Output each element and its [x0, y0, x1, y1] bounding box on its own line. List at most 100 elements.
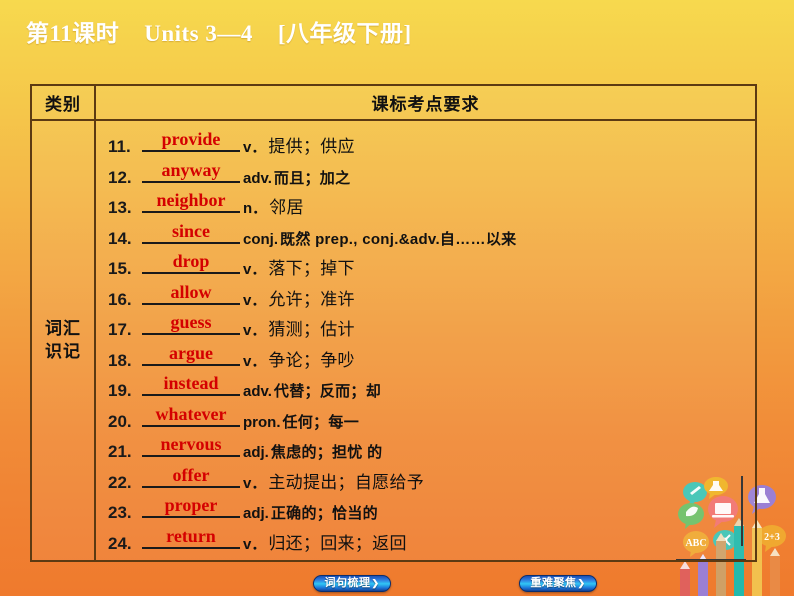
vocabulary-index: 18.: [108, 350, 132, 370]
chevron-right-icon: ❯: [371, 578, 380, 588]
category-cell-label: 词汇 识记: [45, 318, 81, 364]
vocabulary-blank-slot: allow: [142, 281, 240, 305]
vocabulary-word: guess: [170, 312, 212, 332]
vocabulary-blank-slot: instead: [142, 372, 240, 396]
vocabulary-row: 19. instead adv. 代替；反而；却: [96, 372, 381, 403]
vocabulary-part-of-speech: pron.: [243, 413, 281, 431]
vocabulary-word: drop: [172, 251, 210, 271]
vocabulary-part-of-speech: v．: [243, 261, 267, 278]
vocabulary-meaning: 争论；争吵: [268, 350, 355, 370]
category-line-1: 词汇: [45, 318, 81, 338]
page-title: 第11课时 Units 3—4 [八年级下册]: [26, 21, 412, 46]
vocabulary-table: 类别 课标考点要求 词汇 识记 11. provide v． 提供；供应 12. anyw…: [30, 84, 757, 562]
vocabulary-meaning: 落下；掉下: [268, 259, 355, 278]
vocabulary-row: 16. allow v． 允许；准许: [96, 281, 355, 312]
vocabulary-word: offer: [172, 464, 210, 485]
chevron-right-icon: ❯: [577, 578, 586, 588]
vocabulary-blank-slot: offer: [142, 464, 240, 488]
requirement-cell: 11. provide v． 提供；供应 12. anyway adv. 而且；加之 13. ne…: [96, 121, 755, 560]
svg-text:2+3: 2+3: [764, 532, 780, 543]
vocabulary-row: 17. guess v． 猜测；估计: [96, 311, 355, 342]
vocabulary-part-of-speech: v．: [243, 535, 267, 553]
vocabulary-index: 23.: [108, 503, 132, 522]
category-cell: 词汇 识记: [32, 121, 96, 560]
vocabulary-blank-slot: return: [142, 525, 240, 549]
vocabulary-meaning: 而且；加之: [273, 169, 351, 187]
vocabulary-row: 14. since conj. 既然 prep., conj.&adv.自……以来: [96, 220, 516, 251]
vocabulary-blank-slot: argue: [142, 342, 240, 366]
vocabulary-word: anyway: [161, 159, 221, 180]
vocabulary-row: 18. argue v． 争论；争吵: [96, 342, 355, 373]
category-line-2: 识记: [45, 341, 81, 361]
vocabulary-index: 21.: [108, 442, 132, 461]
vocabulary-part-of-speech: adv.: [243, 169, 272, 187]
slide-canvas: ABC 2+3 第11课时 Units 3—4 [八年级下册] 类别 课标考点要…: [0, 0, 794, 596]
vocabulary-index: 19.: [108, 381, 132, 400]
vocabulary-meaning: 既然 prep., conj.&adv.自……以来: [280, 230, 517, 248]
vocabulary-blank-slot: whatever: [142, 403, 240, 427]
vocabulary-word: argue: [169, 342, 213, 363]
vocabulary-part-of-speech: v．: [243, 322, 267, 339]
vocabulary-word: whatever: [155, 403, 227, 424]
vocabulary-row: 22. offer v． 主动提出；自愿给予: [96, 464, 424, 495]
header-cell-requirement: 课标考点要求: [96, 86, 755, 119]
vocabulary-part-of-speech: v．: [243, 139, 267, 156]
speech-bubble-sum-icon: 2+3: [758, 525, 786, 552]
vocabulary-part-of-speech: conj.: [243, 230, 279, 248]
vocabulary-part-of-speech: adv.: [243, 383, 272, 400]
vocabulary-index: 12.: [108, 167, 132, 187]
vocabulary-index: 22.: [108, 472, 132, 492]
header-requirement-label: 课标考点要求: [371, 95, 480, 114]
vocabulary-index: 17.: [108, 320, 132, 339]
table-body: 词汇 识记 11. provide v． 提供；供应 12. anyway adv. 而且；加…: [32, 121, 755, 560]
vocabulary-blank-slot: provide: [142, 128, 240, 152]
vocabulary-row: 12. anyway adv. 而且；加之: [96, 159, 350, 190]
pencil-red-icon: [680, 561, 690, 596]
vocabulary-word: neighbor: [156, 190, 226, 210]
vocabulary-meaning: 任何；每一: [282, 413, 360, 431]
vocabulary-row: 20. whatever pron. 任何；每一: [96, 403, 359, 434]
nav-button-word-review-label: 词句梳理: [324, 577, 371, 589]
vocabulary-part-of-speech: v．: [243, 291, 267, 309]
header-cell-category: 类别: [32, 86, 96, 119]
pencil-orange-icon: [770, 548, 780, 596]
header-category-label: 类别: [45, 95, 81, 114]
vocabulary-word: since: [172, 220, 210, 241]
vocabulary-row: 13. neighbor n． 邻居: [96, 189, 304, 220]
vocabulary-index: 24.: [108, 533, 132, 553]
vocabulary-row: 15. drop v． 落下；掉下: [96, 250, 355, 281]
vocabulary-meaning: 焦虑的；担忧 的: [270, 444, 383, 461]
vocabulary-index: 20.: [108, 411, 132, 431]
vocabulary-word: allow: [170, 281, 212, 302]
vocabulary-blank-slot: neighbor: [142, 189, 240, 213]
vocabulary-word: provide: [161, 129, 221, 149]
vocabulary-blank-slot: anyway: [142, 159, 240, 183]
vocabulary-index: 15.: [108, 259, 132, 278]
vocabulary-blank-slot: proper: [142, 494, 240, 518]
vocabulary-blank-slot: nervous: [142, 433, 240, 457]
vocabulary-meaning: 猜测；估计: [268, 320, 355, 339]
vocabulary-word: return: [166, 525, 216, 546]
vocabulary-meaning: 允许；准许: [268, 289, 355, 309]
vocabulary-index: 13.: [108, 198, 132, 217]
nav-button-key-focus[interactable]: 重难聚焦 ❯: [519, 575, 597, 592]
vocabulary-blank-slot: guess: [142, 311, 240, 335]
vocabulary-row: 11. provide v． 提供；供应: [96, 128, 355, 159]
vocabulary-meaning: 提供；供应: [268, 137, 355, 156]
nav-button-key-focus-label: 重难聚焦: [530, 577, 577, 589]
vocabulary-index: 14.: [108, 228, 132, 248]
vocabulary-row: 21. nervous adj. 焦虑的；担忧 的: [96, 433, 382, 464]
vocabulary-index: 16.: [108, 289, 132, 309]
vocabulary-word: proper: [164, 495, 218, 515]
vocabulary-part-of-speech: adj.: [243, 444, 269, 461]
table-header-row: 类别 课标考点要求: [32, 86, 755, 121]
vocabulary-part-of-speech: v．: [243, 474, 267, 492]
vocabulary-part-of-speech: n．: [243, 200, 268, 217]
vocabulary-row: 23. proper adj. 正确的；恰当的: [96, 494, 378, 525]
vocabulary-meaning: 归还；回来；返回: [268, 533, 407, 553]
vocabulary-blank-slot: drop: [142, 250, 240, 274]
vocabulary-word: nervous: [160, 434, 222, 454]
nav-button-word-review[interactable]: 词句梳理 ❯: [313, 575, 391, 592]
vocabulary-meaning: 代替；反而；却: [273, 383, 382, 400]
vocabulary-part-of-speech: adj.: [243, 505, 269, 522]
